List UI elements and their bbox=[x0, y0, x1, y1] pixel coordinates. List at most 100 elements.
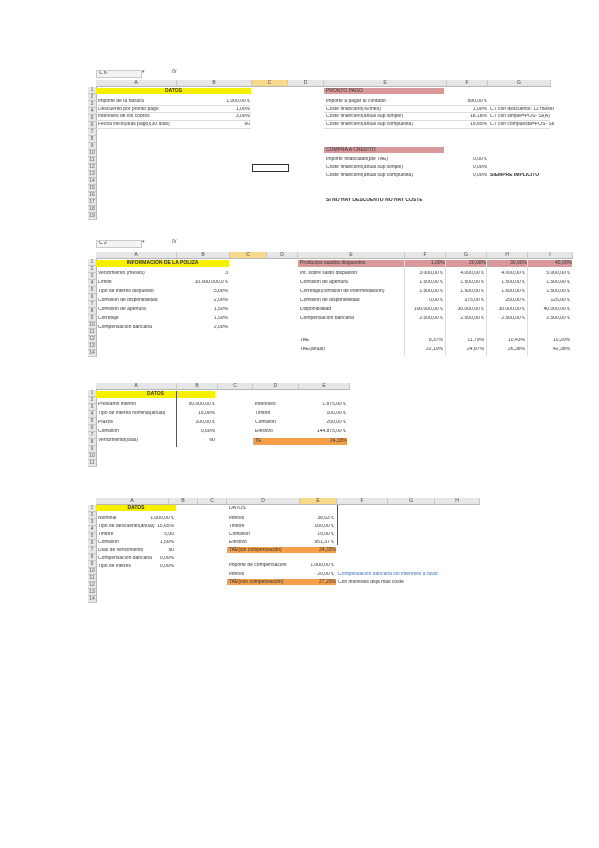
row-header[interactable]: 16 bbox=[88, 192, 97, 199]
row-header[interactable]: 9 bbox=[88, 446, 97, 453]
dispuestos-value: 0,00 € bbox=[429, 298, 443, 303]
column-header-f[interactable]: F bbox=[447, 80, 488, 87]
column-header-b[interactable]: B bbox=[177, 383, 218, 390]
row-header[interactable]: 8 bbox=[88, 554, 97, 561]
dispuestos-value: 30.000,00 € bbox=[457, 307, 484, 312]
dispuestos-value: 5.000,00 € bbox=[546, 271, 570, 276]
column-header-e[interactable]: E bbox=[298, 252, 405, 259]
row-header[interactable]: 13 bbox=[88, 171, 97, 178]
row-header[interactable]: 11 bbox=[88, 157, 97, 164]
column-header-g[interactable]: G bbox=[446, 252, 487, 259]
column-header-d[interactable]: D bbox=[227, 498, 300, 505]
column-header-e[interactable]: E bbox=[300, 498, 337, 505]
row-header[interactable]: 11 bbox=[88, 329, 97, 336]
column-header-c[interactable]: C bbox=[198, 498, 227, 505]
row-header[interactable]: 4 bbox=[88, 280, 97, 287]
row-header[interactable]: 7 bbox=[88, 129, 97, 136]
row-header[interactable]: 18 bbox=[88, 206, 97, 213]
row-header[interactable]: 10 bbox=[88, 568, 97, 575]
datos-value: 100,00 € bbox=[195, 420, 215, 425]
row-header[interactable]: 15 bbox=[88, 185, 97, 192]
row-header[interactable]: 13 bbox=[88, 343, 97, 350]
row-header[interactable]: 7 bbox=[88, 301, 97, 308]
column-header-e[interactable]: E bbox=[324, 80, 447, 87]
row-header[interactable]: 10 bbox=[88, 150, 97, 157]
row-header[interactable]: 9 bbox=[88, 143, 97, 150]
row-header[interactable]: 9 bbox=[88, 561, 97, 568]
column-header-g[interactable]: G bbox=[488, 80, 551, 87]
row-header[interactable]: 12 bbox=[88, 164, 97, 171]
row-header[interactable]: 4 bbox=[88, 526, 97, 533]
row-header[interactable]: 6 bbox=[88, 540, 97, 547]
row-header[interactable]: 11 bbox=[88, 460, 97, 467]
row-header[interactable]: 14 bbox=[88, 178, 97, 185]
chevron-down-icon[interactable]: ▾ bbox=[142, 240, 145, 245]
column-header-f[interactable]: F bbox=[405, 252, 446, 259]
tae-sin-comp-value: 24,33% bbox=[300, 547, 336, 553]
function-icon[interactable]: fx bbox=[172, 69, 177, 75]
row-header[interactable]: 8 bbox=[88, 308, 97, 315]
poliza-value: 1,50% bbox=[213, 307, 228, 312]
column-header-h[interactable]: H bbox=[487, 252, 528, 259]
dispuestos-value: 1.500,00 € bbox=[546, 280, 570, 285]
row-header[interactable]: 10 bbox=[88, 453, 97, 460]
column-header-d[interactable]: D bbox=[253, 383, 299, 390]
row-header[interactable]: 12 bbox=[88, 336, 97, 343]
row-header[interactable]: 6 bbox=[88, 425, 97, 432]
column-header-f[interactable]: F bbox=[337, 498, 388, 505]
column-header-c[interactable]: C bbox=[218, 383, 253, 390]
row-header[interactable]: 12 bbox=[88, 582, 97, 589]
row-header[interactable]: 5 bbox=[88, 287, 97, 294]
row-header[interactable]: 5 bbox=[88, 533, 97, 540]
row-header[interactable]: 9 bbox=[88, 315, 97, 322]
row-header[interactable]: 2 bbox=[88, 397, 97, 404]
row-header[interactable]: 11 bbox=[88, 575, 97, 582]
resultado-value: 951,37 € bbox=[314, 540, 334, 545]
row-header[interactable]: 6 bbox=[88, 294, 97, 301]
row-header[interactable]: 10 bbox=[88, 322, 97, 329]
column-header-d[interactable]: D bbox=[288, 80, 324, 87]
row-header[interactable]: 2 bbox=[88, 512, 97, 519]
row-header[interactable]: 3 bbox=[88, 273, 97, 280]
column-header-i[interactable]: I bbox=[528, 252, 573, 259]
datos-value: 50.000,00 € bbox=[188, 402, 215, 407]
column-header-a[interactable]: A bbox=[96, 498, 169, 505]
row-header[interactable]: 14 bbox=[88, 350, 97, 357]
row-header[interactable]: 8 bbox=[88, 439, 97, 446]
column-header-c[interactable]: C bbox=[230, 252, 267, 259]
dispuestos-value: 125,00 € bbox=[550, 298, 570, 303]
chevron-down-icon[interactable]: ▾ bbox=[142, 70, 145, 75]
row-header[interactable]: 7 bbox=[88, 432, 97, 439]
name-box[interactable]: C 2 bbox=[96, 240, 142, 248]
row-header[interactable]: 7 bbox=[88, 547, 97, 554]
row-header[interactable]: 2 bbox=[88, 266, 97, 273]
column-header-b[interactable]: B bbox=[177, 80, 252, 87]
row-header[interactable]: 19 bbox=[88, 213, 97, 220]
function-icon[interactable]: fx bbox=[172, 239, 177, 245]
column-header-a[interactable]: A bbox=[96, 80, 177, 87]
row-header[interactable]: 4 bbox=[88, 411, 97, 418]
column-header-a[interactable]: A bbox=[96, 383, 177, 390]
column-header-h[interactable]: H bbox=[435, 498, 480, 505]
column-header-e[interactable]: E bbox=[299, 383, 350, 390]
row-header[interactable]: 8 bbox=[88, 136, 97, 143]
column-header-g[interactable]: G bbox=[388, 498, 435, 505]
active-cell[interactable] bbox=[252, 164, 289, 172]
row-header[interactable]: 3 bbox=[88, 404, 97, 411]
column-header-d[interactable]: D bbox=[267, 252, 298, 259]
column-header-b[interactable]: B bbox=[169, 498, 198, 505]
pronto-pago-label: Importe a pagar al contado bbox=[326, 99, 386, 104]
datos-value: 15,00% bbox=[198, 411, 215, 416]
dispuestos-label: Disponibilidad bbox=[300, 307, 332, 312]
resultado-label: Interés bbox=[229, 516, 245, 521]
row-header[interactable]: 17 bbox=[88, 199, 97, 206]
row-header[interactable]: 5 bbox=[88, 418, 97, 425]
column-header-c[interactable]: C bbox=[252, 80, 288, 87]
row-header[interactable]: 13 bbox=[88, 589, 97, 596]
row-header[interactable]: 14 bbox=[88, 596, 97, 603]
column-header-a[interactable]: A bbox=[96, 252, 177, 259]
row-header[interactable]: 2 bbox=[88, 94, 97, 101]
row-header[interactable]: 3 bbox=[88, 519, 97, 526]
column-header-b[interactable]: B bbox=[177, 252, 230, 259]
name-box[interactable]: C 6 bbox=[96, 70, 142, 78]
